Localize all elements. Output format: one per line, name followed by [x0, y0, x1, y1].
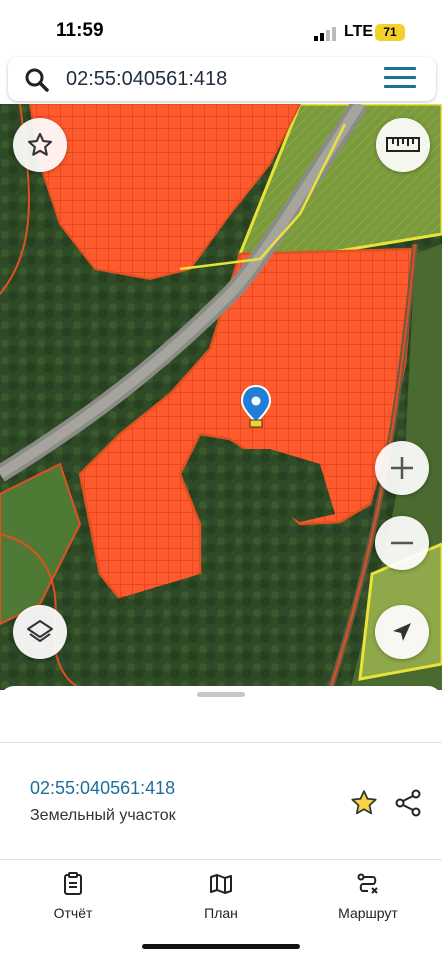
nav-route-label: Маршрут: [338, 905, 398, 921]
network-type: LTE: [344, 23, 374, 40]
parcel-number[interactable]: 02:55:040561:418: [30, 778, 175, 799]
nav-route[interactable]: Маршрут: [313, 872, 423, 921]
star-icon[interactable]: [349, 788, 379, 818]
divider: [0, 742, 442, 743]
parcel-type: Земельный участок: [30, 807, 176, 824]
battery-indicator: 71: [375, 24, 405, 41]
signal-icon: [314, 27, 336, 41]
locate-button[interactable]: [375, 605, 429, 659]
favorite-map-button[interactable]: [13, 118, 67, 172]
parcel-details-sheet: 02:55:040561:418 Земельный участок Отчёт…: [0, 686, 442, 960]
layers-button[interactable]: [13, 605, 67, 659]
navigation-arrow-icon: [393, 623, 411, 641]
report-icon: [64, 872, 82, 895]
satellite-map[interactable]: [0, 104, 442, 690]
divider: [0, 859, 442, 860]
status-time: 11:59: [56, 20, 104, 41]
map-icon: [210, 874, 232, 894]
plus-icon: [391, 457, 413, 479]
search-bar[interactable]: 02:55:040561:418: [8, 57, 436, 101]
home-indicator[interactable]: [142, 944, 300, 949]
nav-report[interactable]: Отчёт: [18, 872, 128, 921]
nav-report-label: Отчёт: [53, 905, 93, 921]
status-bar: 11:59 LTE 71: [0, 0, 442, 56]
zoom-in-button[interactable]: [375, 441, 429, 495]
search-icon: [25, 68, 49, 92]
star-outline-icon: [27, 132, 53, 156]
map-view[interactable]: [0, 104, 442, 690]
route-icon: [357, 873, 378, 894]
menu-icon[interactable]: [384, 67, 416, 91]
share-icon[interactable]: [394, 788, 422, 818]
zoom-out-button[interactable]: [375, 516, 429, 570]
nav-plan-label: План: [204, 905, 238, 921]
nav-plan[interactable]: План: [166, 872, 276, 921]
layers-icon: [27, 620, 53, 642]
ruler-button[interactable]: [376, 118, 430, 172]
minus-icon: [391, 541, 413, 545]
sheet-handle[interactable]: [197, 692, 245, 697]
ruler-icon: [386, 137, 420, 152]
search-query[interactable]: 02:55:040561:418: [66, 68, 227, 91]
